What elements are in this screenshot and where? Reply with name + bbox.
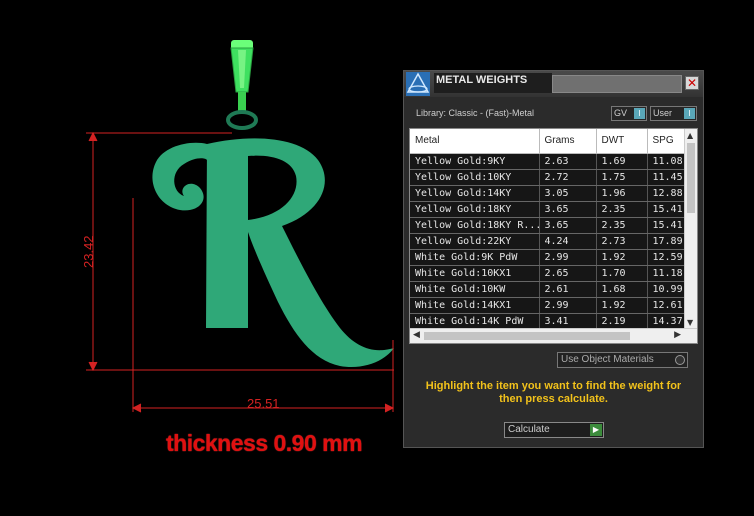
scroll-up-icon[interactable]: ▲ bbox=[687, 131, 693, 140]
close-icon: ✕ bbox=[686, 76, 698, 90]
column-header-metal[interactable]: Metal bbox=[410, 129, 540, 154]
cell-grams: 2.61 bbox=[539, 281, 597, 298]
table-row[interactable]: Yellow Gold:18KY 3.65 2.35 15.41 bbox=[410, 201, 686, 218]
table-row[interactable]: White Gold:14KX1 2.99 1.92 12.61 bbox=[410, 297, 686, 314]
cell-dwt: 1.70 bbox=[596, 265, 648, 282]
cell-spg: 14.37 bbox=[647, 313, 686, 330]
use-object-materials-label: Use Object Materials bbox=[561, 354, 654, 365]
table-header-row: Metal Grams DWT SPG bbox=[410, 129, 686, 154]
thickness-label: thickness 0.90 mm bbox=[166, 430, 363, 456]
cell-grams: 2.99 bbox=[539, 249, 597, 266]
cell-spg: 12.88 bbox=[647, 185, 686, 202]
cell-metal: Yellow Gold:18KY R... bbox=[410, 217, 540, 234]
cell-metal: White Gold:10KW bbox=[410, 281, 540, 298]
gv-label: GV bbox=[614, 108, 628, 118]
vertical-scrollbar[interactable]: ▲ ▼ bbox=[684, 129, 697, 329]
cell-dwt: 1.92 bbox=[596, 249, 648, 266]
cell-spg: 12.61 bbox=[647, 297, 686, 314]
cell-spg: 15.41 bbox=[647, 201, 686, 218]
column-header-spg[interactable]: SPG bbox=[647, 129, 686, 154]
cell-grams: 4.24 bbox=[539, 233, 597, 250]
calculate-label: Calculate bbox=[508, 424, 550, 435]
cell-metal: White Gold:9K PdW bbox=[410, 249, 540, 266]
cell-grams: 3.65 bbox=[539, 201, 597, 218]
cell-grams: 3.65 bbox=[539, 217, 597, 234]
metal-table: Metal Grams DWT SPG Yellow Gold:9KY 2.63 1… bbox=[410, 129, 686, 330]
use-object-materials-toggle[interactable]: Use Object Materials bbox=[557, 352, 688, 368]
cell-metal: Yellow Gold:18KY bbox=[410, 201, 540, 218]
play-arrow-icon: ▶ bbox=[590, 424, 602, 436]
table-row[interactable]: Yellow Gold:9KY 2.63 1.69 11.08 bbox=[410, 153, 686, 170]
cell-dwt: 1.96 bbox=[596, 185, 648, 202]
table-row[interactable]: White Gold:14K PdW 3.41 2.19 14.37 bbox=[410, 313, 686, 330]
user-label: User bbox=[653, 108, 673, 118]
library-label: Library: Classic - (Fast)-Metal bbox=[416, 108, 535, 118]
user-indicator-icon: I bbox=[684, 108, 695, 119]
cell-dwt: 1.75 bbox=[596, 169, 648, 186]
calculate-button[interactable]: Calculate ▶ bbox=[504, 422, 604, 438]
cell-grams: 2.72 bbox=[539, 169, 597, 186]
dialog-titlebar[interactable]: METAL WEIGHTS ✕ bbox=[404, 71, 703, 97]
cell-dwt: 1.69 bbox=[596, 153, 648, 170]
radio-icon bbox=[675, 355, 685, 365]
app-logo-icon bbox=[406, 72, 430, 96]
table-row[interactable]: White Gold:10KW 2.61 1.68 10.99 bbox=[410, 281, 686, 298]
user-toggle[interactable]: User I bbox=[650, 106, 697, 121]
cell-metal: Yellow Gold:9KY bbox=[410, 153, 540, 170]
height-dimension-label: 23.42 bbox=[81, 235, 96, 268]
cell-dwt: 2.19 bbox=[596, 313, 648, 330]
column-header-grams[interactable]: Grams bbox=[539, 129, 597, 154]
cell-spg: 17.89 bbox=[647, 233, 686, 250]
table-row[interactable]: White Gold:9K PdW 2.99 1.92 12.59 bbox=[410, 249, 686, 266]
gv-indicator-icon: I bbox=[634, 108, 645, 119]
cell-grams: 2.99 bbox=[539, 297, 597, 314]
cell-metal: Yellow Gold:10KY bbox=[410, 169, 540, 186]
table-row[interactable]: Yellow Gold:10KY 2.72 1.75 11.45 bbox=[410, 169, 686, 186]
metal-weights-dialog: METAL WEIGHTS ✕ Library: Classic - (Fast… bbox=[403, 70, 704, 448]
width-dimension-label: 25.51 bbox=[247, 396, 280, 411]
horizontal-scrollbar[interactable]: ◀ ▶ bbox=[410, 328, 697, 343]
titlebar-field bbox=[552, 75, 682, 93]
cell-grams: 2.63 bbox=[539, 153, 597, 170]
cell-metal: Yellow Gold:14KY bbox=[410, 185, 540, 202]
cell-dwt: 1.68 bbox=[596, 281, 648, 298]
close-button[interactable]: ✕ bbox=[685, 76, 699, 90]
cell-metal: White Gold:10KX1 bbox=[410, 265, 540, 282]
cell-spg: 11.18 bbox=[647, 265, 686, 282]
table-row[interactable]: Yellow Gold:22KY 4.24 2.73 17.89 bbox=[410, 233, 686, 250]
metal-table-container[interactable]: Metal Grams DWT SPG Yellow Gold:9KY 2.63 1… bbox=[409, 128, 698, 344]
scroll-right-icon[interactable]: ▶ bbox=[674, 330, 681, 340]
cell-metal: White Gold:14KX1 bbox=[410, 297, 540, 314]
cell-spg: 15.41 bbox=[647, 217, 686, 234]
scroll-down-icon[interactable]: ▼ bbox=[687, 318, 693, 327]
cell-dwt: 2.73 bbox=[596, 233, 648, 250]
vertical-scroll-thumb[interactable] bbox=[687, 143, 695, 213]
cell-spg: 12.59 bbox=[647, 249, 686, 266]
cell-dwt: 2.35 bbox=[596, 217, 648, 234]
cell-spg: 10.99 bbox=[647, 281, 686, 298]
scroll-left-icon[interactable]: ◀ bbox=[413, 330, 420, 340]
cell-spg: 11.08 bbox=[647, 153, 686, 170]
cell-dwt: 2.35 bbox=[596, 201, 648, 218]
cell-metal: Yellow Gold:22KY bbox=[410, 233, 540, 250]
letter-r-shape bbox=[152, 138, 394, 368]
cell-metal: White Gold:14K PdW bbox=[410, 313, 540, 330]
bail-shape bbox=[226, 40, 258, 130]
cell-grams: 2.65 bbox=[539, 265, 597, 282]
column-header-dwt[interactable]: DWT bbox=[596, 129, 648, 154]
cell-grams: 3.41 bbox=[539, 313, 597, 330]
instruction-text: Highlight the item you want to find the … bbox=[425, 380, 682, 405]
gv-toggle[interactable]: GV I bbox=[611, 106, 647, 121]
cell-dwt: 1.92 bbox=[596, 297, 648, 314]
table-row[interactable]: Yellow Gold:14KY 3.05 1.96 12.88 bbox=[410, 185, 686, 202]
table-row[interactable]: Yellow Gold:18KY R... 3.65 2.35 15.41 bbox=[410, 217, 686, 234]
cell-grams: 3.05 bbox=[539, 185, 597, 202]
dialog-title: METAL WEIGHTS bbox=[434, 73, 552, 93]
cell-spg: 11.45 bbox=[647, 169, 686, 186]
table-row[interactable]: White Gold:10KX1 2.65 1.70 11.18 bbox=[410, 265, 686, 282]
horizontal-scroll-thumb[interactable] bbox=[424, 332, 630, 340]
